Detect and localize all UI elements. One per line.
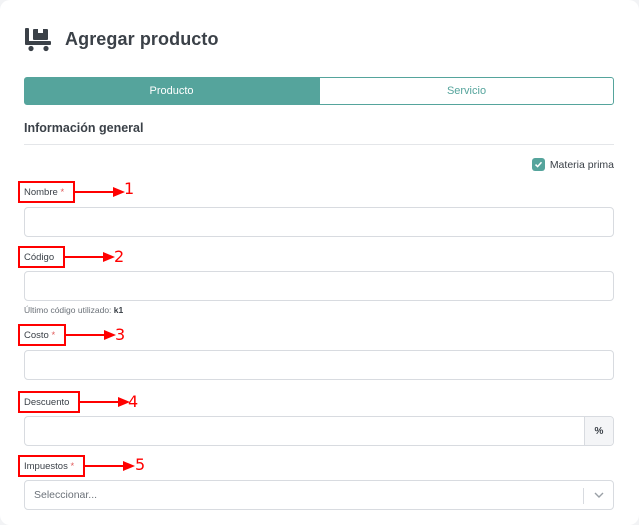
percent-addon: % — [584, 417, 613, 445]
annotation-number-3: 3 — [115, 325, 126, 344]
add-product-card: Agregar producto Producto Servicio Infor… — [0, 0, 639, 525]
chevron-down-icon[interactable] — [594, 491, 604, 499]
cart-box-icon — [25, 28, 51, 52]
annotation-arrow-1 — [75, 187, 125, 197]
nombre-input[interactable] — [24, 207, 614, 237]
checkbox-label: Materia prima — [549, 158, 614, 171]
annotation-box-4 — [18, 391, 80, 413]
annotation-number-5: 5 — [135, 455, 146, 474]
annotation-box-3 — [18, 324, 66, 346]
annotation-number-1: 1 — [124, 179, 135, 198]
annotation-number-2: 2 — [114, 247, 125, 266]
annotation-number-4: 4 — [128, 392, 139, 411]
annotation-box-1 — [18, 181, 75, 203]
select-separator — [583, 488, 584, 504]
annotation-box-5 — [18, 455, 85, 477]
page-header: Agregar producto — [24, 26, 219, 52]
codigo-input[interactable] — [24, 271, 614, 301]
checkbox-checked-icon[interactable] — [531, 158, 545, 171]
impuestos-select[interactable]: Seleccionar... — [24, 480, 614, 510]
tab-producto[interactable]: Producto — [24, 77, 319, 105]
section-title: Información general — [24, 121, 144, 135]
page-title: Agregar producto — [65, 28, 219, 49]
materia-prima-checkbox[interactable]: Materia prima — [531, 158, 614, 171]
section-divider — [24, 144, 614, 145]
annotation-arrow-3 — [66, 330, 116, 340]
last-code-value: k1 — [113, 305, 124, 315]
annotation-arrow-4 — [80, 397, 130, 407]
tab-servicio[interactable]: Servicio — [319, 77, 614, 105]
annotation-arrow-2 — [65, 252, 115, 262]
annotation-arrow-5 — [85, 461, 135, 471]
costo-input[interactable] — [24, 350, 614, 380]
codigo-hint: Último código utilizado: k1 — [24, 305, 124, 315]
select-placeholder: Seleccionar... — [34, 489, 98, 501]
product-type-tabs: Producto Servicio — [24, 77, 614, 105]
annotation-box-2 — [18, 246, 65, 268]
descuento-input[interactable]: % — [24, 416, 614, 446]
